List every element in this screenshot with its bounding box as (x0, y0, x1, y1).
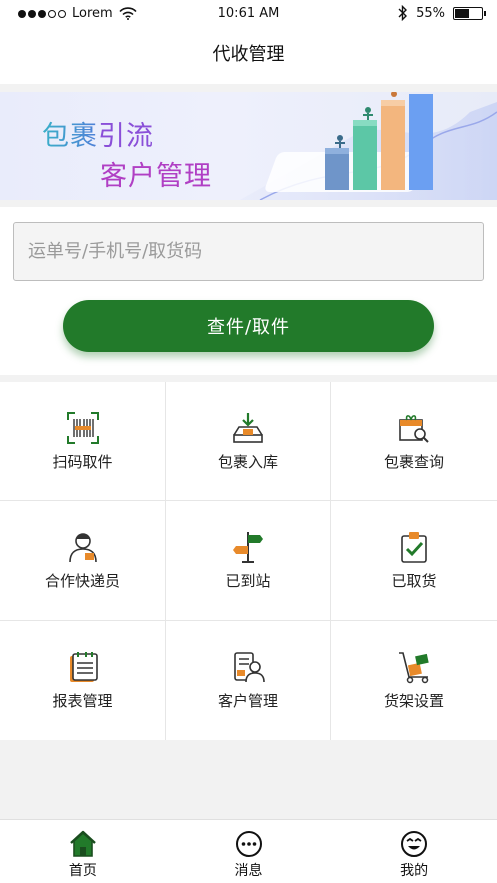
grid-item-package-query[interactable]: 包裹查询 (331, 382, 497, 501)
banner-subheadline: 客户管理 (100, 161, 212, 192)
grid-item-courier-partner[interactable]: 合作快递员 (0, 501, 166, 621)
grid-item-label: 扫码取件 (52, 452, 113, 471)
courier-icon (68, 533, 97, 563)
barcode-scan-icon (66, 411, 99, 444)
smiley-icon (401, 831, 428, 857)
grid-item-customer-management[interactable]: 客户管理 (166, 621, 331, 740)
promo-banner[interactable]: 包裹引流 客户管理 (0, 92, 497, 200)
signpost-icon (233, 532, 263, 563)
battery-icon (453, 6, 486, 20)
grid-item-package-inbound[interactable]: 包裹入库 (166, 382, 331, 501)
grid-item-label: 包裹入库 (217, 452, 278, 471)
query-pickup-button[interactable]: 查件/取件 (63, 300, 434, 352)
report-icon (69, 652, 98, 682)
tab-messages[interactable]: 消息 (166, 820, 332, 883)
grid-item-label: 客户管理 (217, 692, 278, 710)
grid-item-label: 已取货 (391, 572, 437, 590)
home-icon (70, 830, 96, 857)
tab-label: 消息 (234, 863, 263, 879)
tab-label: 首页 (68, 863, 97, 879)
banner-headline: 包裹引流 (42, 114, 154, 153)
banner-headline-part2: 引流 (98, 121, 154, 152)
tab-label: 我的 (400, 863, 429, 879)
grid-item-shelf-settings[interactable]: 货架设置 (331, 621, 497, 740)
grid-item-scan-pickup[interactable]: 扫码取件 (0, 382, 166, 501)
search-section: 查件/取件 (0, 207, 497, 375)
status-right: 55% (398, 5, 486, 21)
bottom-tab-bar: 首页 消息 我的 (0, 819, 497, 883)
tab-profile[interactable]: 我的 (331, 820, 497, 883)
customer-icon (234, 652, 265, 683)
bluetooth-icon (398, 5, 408, 21)
battery-percent: 55% (416, 5, 445, 21)
grid-item-label: 包裹查询 (383, 452, 444, 471)
status-bar: Lorem 10:61 AM 55% (0, 0, 497, 28)
function-grid: 扫码取件 包裹入库 包裹查询 合作快递员 已到站 已取货 报表管理 客户管理 货… (0, 382, 497, 740)
grid-item-report-management[interactable]: 报表管理 (0, 621, 166, 740)
tab-home[interactable]: 首页 (0, 820, 166, 883)
page-title: 代收管理 (0, 28, 497, 84)
grid-item-label: 已到站 (225, 572, 271, 590)
grid-item-label: 报表管理 (52, 692, 113, 710)
grid-item-picked-up[interactable]: 已取货 (331, 501, 497, 621)
grid-item-label: 货架设置 (383, 692, 444, 710)
clipboard-check-icon (401, 532, 427, 563)
message-icon (235, 831, 262, 857)
banner-headline-part1: 包裹 (42, 121, 98, 152)
package-inbound-icon (233, 412, 263, 443)
shelf-cart-icon (399, 652, 429, 684)
grid-item-arrived[interactable]: 已到站 (166, 501, 331, 621)
package-search-icon (399, 414, 429, 443)
grid-item-label: 合作快递员 (44, 572, 120, 590)
tracking-search-input[interactable] (13, 222, 484, 281)
